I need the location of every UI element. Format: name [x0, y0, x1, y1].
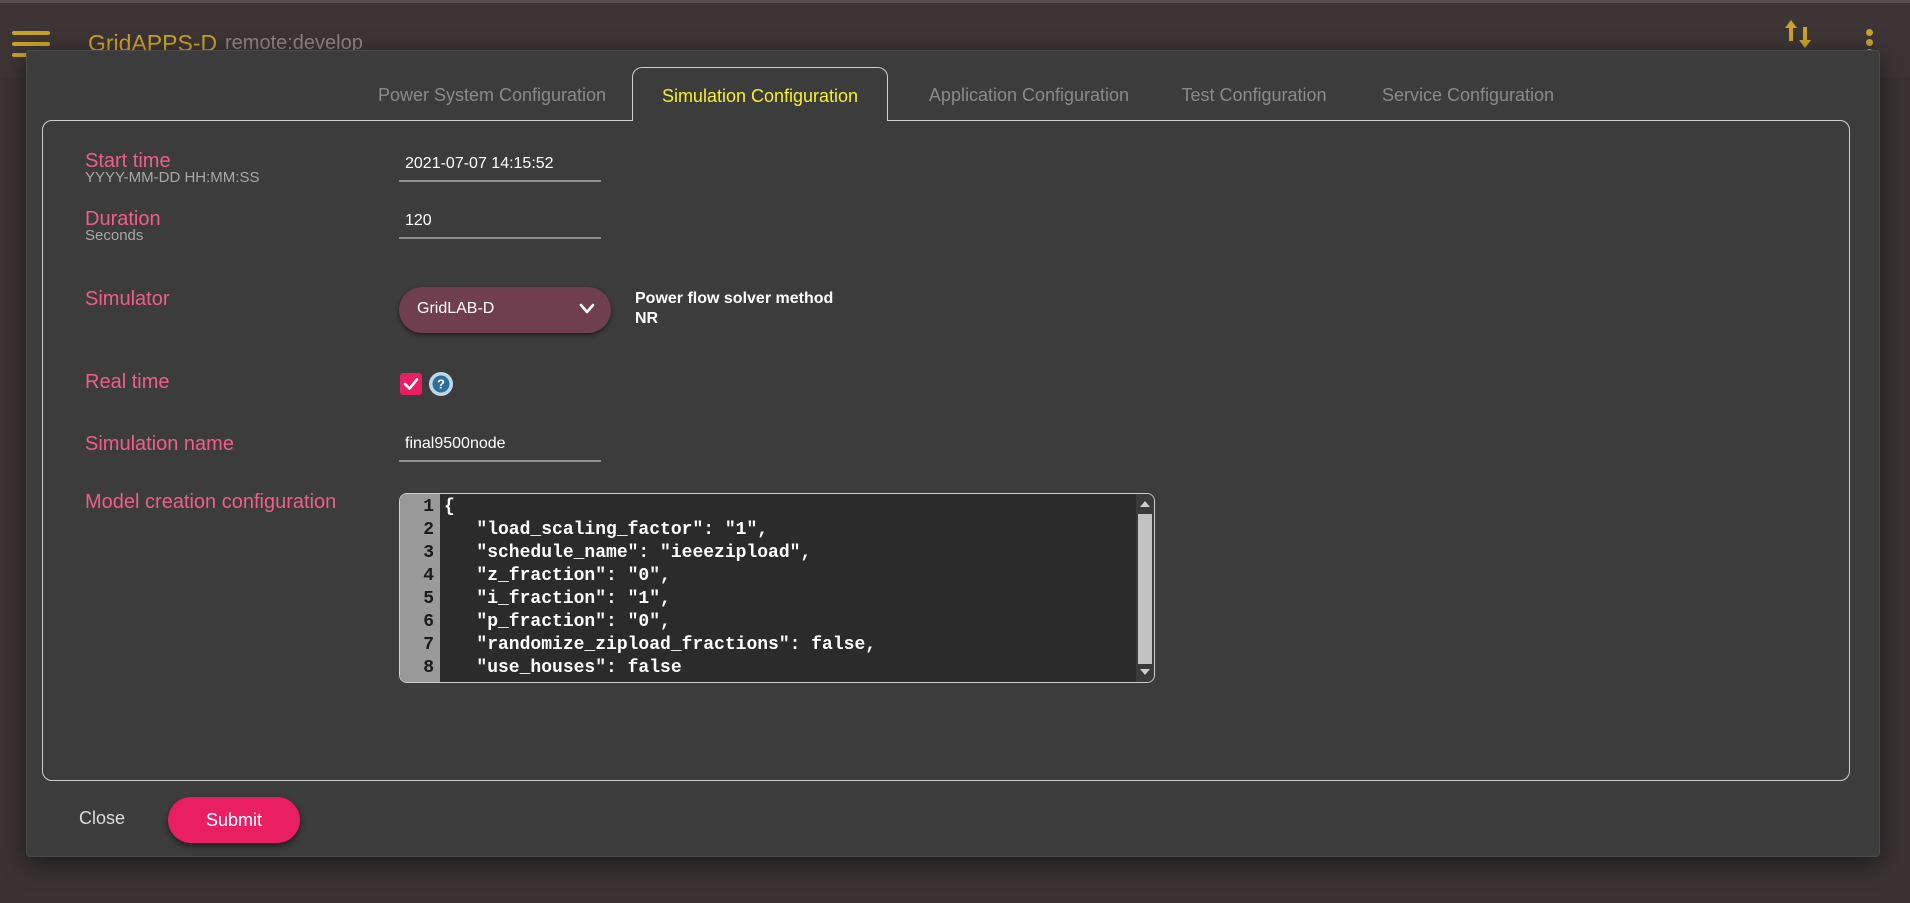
- sort-arrows-icon[interactable]: [1782, 17, 1814, 51]
- simulator-select[interactable]: GridLAB-D: [399, 287, 611, 333]
- close-button[interactable]: Close: [79, 808, 125, 829]
- duration-hint: Seconds: [85, 227, 144, 244]
- power-flow-solver-label: Power flow solver method: [635, 290, 834, 307]
- tab-test-configuration[interactable]: Test Configuration: [1153, 67, 1355, 121]
- scroll-down-arrow-icon[interactable]: [1140, 669, 1150, 675]
- code-line: 6 "p_fraction": "0",: [423, 612, 671, 632]
- code-line: 5 "i_fraction": "1",: [423, 589, 671, 609]
- simulation-name-input[interactable]: [399, 428, 601, 462]
- tab-power-system-configuration[interactable]: Power System Configuration: [377, 67, 607, 121]
- real-time-checkbox[interactable]: [400, 373, 422, 395]
- duration-input[interactable]: [399, 205, 601, 239]
- config-tabs: Power System Configuration Simulation Co…: [27, 67, 1879, 121]
- start-time-input[interactable]: [399, 148, 601, 182]
- simulation-name-label: Simulation name: [85, 433, 234, 455]
- model-config-label: Model creation configuration: [85, 491, 337, 513]
- simulation-config-panel: Start time YYYY-MM-DD HH:MM:SS Duration …: [42, 120, 1850, 781]
- model-config-editor[interactable]: 1{ 2 "load_scaling_factor": "1", 3 "sche…: [399, 493, 1155, 683]
- svg-text:?: ?: [437, 377, 445, 392]
- tab-application-configuration[interactable]: Application Configuration: [903, 67, 1155, 121]
- scroll-up-arrow-icon[interactable]: [1140, 501, 1150, 507]
- tab-simulation-configuration[interactable]: Simulation Configuration: [632, 67, 888, 121]
- start-time-hint: YYYY-MM-DD HH:MM:SS: [85, 169, 260, 186]
- scroll-thumb[interactable]: [1138, 514, 1152, 664]
- power-flow-solver-value: NR: [635, 310, 659, 327]
- submit-button[interactable]: Submit: [168, 797, 300, 843]
- code-line: 7 "randomize_zipload_fractions": false,: [423, 635, 877, 655]
- code-line: 2 "load_scaling_factor": "1",: [423, 520, 769, 540]
- question-circle-icon[interactable]: ?: [429, 372, 453, 396]
- real-time-label: Real time: [85, 371, 170, 393]
- simulator-selected-value: GridLAB-D: [417, 300, 495, 317]
- simulation-config-dialog: Power System Configuration Simulation Co…: [26, 50, 1880, 857]
- chevron-down-icon: [579, 303, 595, 314]
- code-line: 4 "z_fraction": "0",: [423, 566, 671, 586]
- code-line: 1{: [423, 497, 455, 517]
- tab-service-configuration[interactable]: Service Configuration: [1357, 67, 1579, 121]
- editor-scrollbar[interactable]: [1136, 494, 1154, 682]
- code-line: 8 "use_houses": false: [423, 658, 682, 678]
- checkmark-icon: [403, 378, 419, 390]
- simulator-label: Simulator: [85, 288, 170, 310]
- code-line: 3 "schedule_name": "ieeezipload",: [423, 543, 812, 563]
